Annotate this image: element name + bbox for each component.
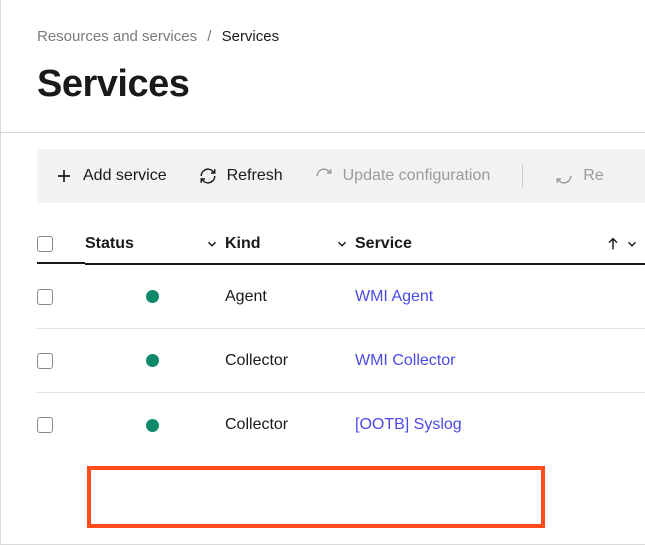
breadcrumb: Resources and services / Services: [37, 28, 609, 45]
row-kind: Collector: [225, 334, 355, 388]
page-title: Services: [37, 63, 609, 106]
refresh-icon: [315, 167, 333, 185]
row-kind: Agent: [225, 270, 355, 324]
status-indicator-up: [146, 354, 159, 367]
restart-button: Re: [555, 167, 603, 185]
service-link[interactable]: [OOTB] Syslog: [355, 416, 462, 433]
select-all-header[interactable]: [37, 228, 85, 264]
column-header-status-label: Status: [85, 235, 134, 253]
sort-ascending-icon: [605, 236, 621, 252]
highlight-annotation: [87, 466, 545, 528]
update-configuration-label: Update configuration: [343, 167, 491, 185]
breadcrumb-separator: /: [207, 28, 211, 45]
column-header-kind[interactable]: Kind: [225, 227, 355, 265]
row-checkbox[interactable]: [37, 353, 53, 369]
row-checkbox[interactable]: [37, 417, 53, 433]
row-kind: Collector: [225, 398, 355, 452]
column-header-status[interactable]: Status: [85, 227, 225, 265]
update-configuration-button: Update configuration: [315, 167, 491, 185]
column-header-kind-label: Kind: [225, 235, 261, 253]
toolbar-divider: [522, 164, 523, 188]
table-row: Collector WMI Collector: [37, 329, 645, 393]
service-link[interactable]: WMI Agent: [355, 288, 433, 305]
breadcrumb-current: Services: [222, 28, 280, 45]
row-checkbox[interactable]: [37, 289, 53, 305]
restart-label-partial: Re: [583, 167, 603, 185]
refresh-label: Refresh: [227, 167, 283, 185]
table-row: Collector [OOTB] Syslog: [37, 393, 645, 457]
add-service-button[interactable]: Add service: [55, 167, 167, 185]
chevron-down-icon: [335, 237, 349, 251]
chevron-down-icon: [205, 237, 219, 251]
table-row: Agent WMI Agent: [37, 265, 645, 329]
refresh-icon: [199, 167, 217, 185]
status-indicator-up: [146, 290, 159, 303]
add-service-label: Add service: [83, 167, 167, 185]
status-indicator-up: [146, 419, 159, 432]
column-header-service-label: Service: [355, 235, 412, 253]
refresh-button[interactable]: Refresh: [199, 167, 283, 185]
services-table: Status Kind Service: [1, 203, 645, 457]
service-link[interactable]: WMI Collector: [355, 352, 455, 369]
chevron-down-icon: [625, 237, 639, 251]
toolbar: Add service Refresh Update configuration: [37, 149, 645, 203]
column-header-service[interactable]: Service: [355, 227, 645, 265]
plus-icon: [55, 167, 73, 185]
table-header-row: Status Kind Service: [37, 227, 645, 265]
restart-icon: [555, 167, 573, 185]
breadcrumb-root[interactable]: Resources and services: [37, 28, 197, 45]
select-all-checkbox[interactable]: [37, 236, 53, 252]
